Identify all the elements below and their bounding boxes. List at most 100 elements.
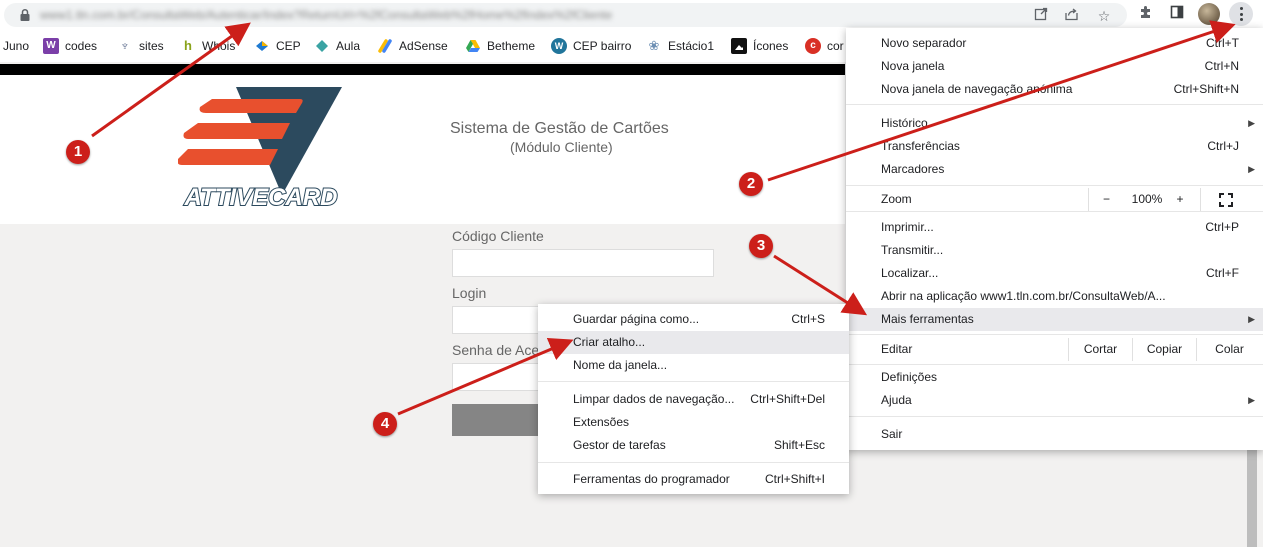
cor-favicon-icon: c <box>805 38 821 54</box>
cut-button[interactable]: Cortar <box>1068 338 1132 361</box>
browser-toolbar: www1.tln.com.br/ConsultaWeb/Autenticar/I… <box>0 0 1263 30</box>
menu-separator <box>846 211 1263 212</box>
wordpress-favicon-icon: W <box>551 38 567 54</box>
menu-zoom: Zoom − 100% + <box>846 188 1263 211</box>
bookmark-label: Aula <box>336 39 361 53</box>
menu-separator <box>846 334 1263 335</box>
sidepanel-icon[interactable] <box>1167 5 1187 25</box>
scrollbar[interactable] <box>1247 450 1257 547</box>
callout-2: 2 <box>739 172 763 196</box>
bookmark-label: CEP <box>276 39 301 53</box>
bookmark-label: CEP bairro <box>573 39 632 53</box>
zoom-out-button[interactable]: − <box>1088 188 1124 211</box>
bookmark-icones[interactable]: Ícones <box>731 38 788 54</box>
bookmark-label: AdSense <box>399 39 448 53</box>
menu-bookmarks[interactable]: Marcadores ▶ <box>846 158 1263 181</box>
chevron-right-icon: ▶ <box>1248 395 1255 405</box>
menu-separator <box>538 381 849 382</box>
adsense-favicon-icon <box>377 38 393 54</box>
zoom-in-button[interactable]: + <box>1170 188 1190 211</box>
submenu-dev-tools[interactable]: Ferramentas do programador Ctrl+Shift+I <box>538 468 849 491</box>
bookmark-label: Juno <box>3 39 30 53</box>
open-external-icon[interactable] <box>1032 7 1050 25</box>
menu-history[interactable]: Histórico ▶ <box>846 112 1263 135</box>
login-label: Login <box>452 285 487 301</box>
bookmark-aula[interactable]: Aula <box>314 38 360 54</box>
icones-favicon-icon <box>731 38 747 54</box>
bookmark-label: Whois <box>202 39 236 53</box>
copy-button[interactable]: Copiar <box>1132 338 1196 361</box>
bookmark-whois[interactable]: h Whois <box>180 38 235 54</box>
aula-favicon-icon <box>314 38 330 54</box>
menu-cast[interactable]: Transmitir... <box>846 239 1263 262</box>
submenu-create-shortcut[interactable]: Criar atalho... <box>538 331 849 354</box>
page-top-bar <box>0 64 845 75</box>
menu-separator <box>846 185 1263 186</box>
cep-favicon-icon <box>254 38 270 54</box>
bookmark-codes[interactable]: Wcodes <box>43 38 97 54</box>
menu-new-tab[interactable]: Novo separador Ctrl+T <box>846 32 1263 55</box>
menu-open-in-app[interactable]: Abrir na aplicação www1.tln.com.br/Consu… <box>846 285 1263 308</box>
drive-favicon-icon <box>465 38 481 54</box>
menu-settings[interactable]: Definições <box>846 366 1263 389</box>
bookmark-cep[interactable]: CEP <box>254 38 301 54</box>
menu-more-tools[interactable]: Mais ferramentas ▶ <box>846 308 1263 331</box>
bookmark-label: Betheme <box>487 39 536 53</box>
password-label: Senha de Ace <box>452 342 540 358</box>
submenu-clear-data[interactable]: Limpar dados de navegação... Ctrl+Shift+D… <box>538 388 849 411</box>
bookmark-estacio[interactable]: ❀ Estácio1 <box>646 38 714 54</box>
bookmark-label: Ícones <box>753 39 789 53</box>
share-icon[interactable] <box>1063 7 1081 25</box>
system-subtitle: (Módulo Cliente) <box>510 139 613 155</box>
bookmark-juno[interactable]: Juno <box>3 38 29 54</box>
lock-icon <box>20 8 30 21</box>
bookmark-label: codes <box>65 39 98 53</box>
svg-text:ATTIVECARD: ATTIVECARD <box>184 184 338 211</box>
more-tools-submenu: Guardar página como... Ctrl+S Criar atalh… <box>538 304 849 494</box>
system-title: Sistema de Gestão de Cartões <box>450 120 669 137</box>
menu-exit[interactable]: Sair <box>846 423 1263 446</box>
menu-separator <box>538 462 849 463</box>
bookmark-cor[interactable]: c cor <box>805 38 844 54</box>
client-code-input[interactable] <box>452 249 714 277</box>
submit-button[interactable] <box>452 404 552 436</box>
menu-separator <box>846 104 1263 105</box>
menu-incognito[interactable]: Nova janela de navegação anónima Ctrl+Shi… <box>846 78 1263 101</box>
chevron-right-icon: ▶ <box>1248 118 1255 128</box>
bookmark-label: sites <box>139 39 164 53</box>
bookmark-sites[interactable]: ♆ sites <box>117 38 164 54</box>
page-header: ATTIVECARD Sistema de Gestão de Cartões … <box>0 75 845 224</box>
client-code-label: Código Cliente <box>452 228 544 244</box>
submenu-save-page[interactable]: Guardar página como... Ctrl+S <box>538 308 849 331</box>
profile-avatar[interactable] <box>1198 3 1220 25</box>
menu-print[interactable]: Imprimir... Ctrl+P <box>846 216 1263 239</box>
whois-favicon-icon: h <box>184 38 192 53</box>
bookmark-cep-bairro[interactable]: W CEP bairro <box>551 38 631 54</box>
star-icon[interactable]: ☆ <box>1095 7 1113 25</box>
menu-edit: Editar Cortar Copiar Colar <box>846 338 1263 361</box>
menu-new-window[interactable]: Nova janela Ctrl+N <box>846 55 1263 78</box>
address-bar[interactable]: www1.tln.com.br/ConsultaWeb/Autenticar/I… <box>4 3 1127 27</box>
estacio-favicon-icon: ❀ <box>648 38 660 53</box>
submenu-extensions[interactable]: Extensões <box>538 411 849 434</box>
menu-find[interactable]: Localizar... Ctrl+F <box>846 262 1263 285</box>
menu-help[interactable]: Ajuda ▶ <box>846 389 1263 412</box>
bookmark-label: cor <box>827 39 844 53</box>
kebab-menu-icon[interactable] <box>1229 2 1253 26</box>
paste-button[interactable]: Colar <box>1196 338 1262 361</box>
chevron-right-icon: ▶ <box>1248 314 1255 324</box>
sites-favicon-icon: ♆ <box>120 38 130 53</box>
submenu-name-window[interactable]: Nome da janela... <box>538 354 849 377</box>
extensions-icon[interactable] <box>1135 5 1155 25</box>
attivecard-logo: ATTIVECARD <box>178 87 342 211</box>
chevron-right-icon: ▶ <box>1248 164 1255 174</box>
menu-downloads[interactable]: Transferências Ctrl+J <box>846 135 1263 158</box>
w-favicon-icon: W <box>43 38 59 54</box>
bookmark-betheme[interactable]: Betheme <box>465 38 535 54</box>
bookmark-label: Estácio1 <box>668 39 715 53</box>
submenu-task-manager[interactable]: Gestor de tarefas Shift+Esc <box>538 434 849 457</box>
callout-1: 1 <box>66 140 90 164</box>
bookmark-adsense[interactable]: AdSense <box>377 38 448 54</box>
fullscreen-icon[interactable] <box>1200 188 1250 211</box>
zoom-level: 100% <box>1131 192 1163 206</box>
